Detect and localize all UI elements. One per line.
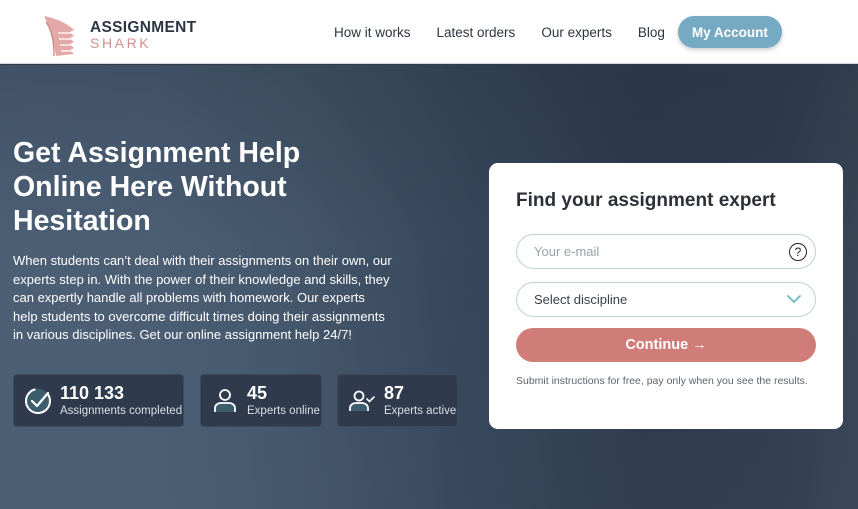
logo[interactable]: ASSIGNMENT SHARK xyxy=(40,14,196,58)
logo-subname: SHARK xyxy=(90,35,152,52)
hero-headline: Get Assignment Help Online Here Without … xyxy=(13,137,301,237)
my-account-button[interactable]: My Account xyxy=(677,16,782,48)
stat-experts-active: 87 Experts active xyxy=(337,374,458,427)
help-icon[interactable]: ? xyxy=(789,243,807,261)
nav-our-experts[interactable]: Our experts xyxy=(541,25,612,40)
shark-fin-icon xyxy=(44,16,74,57)
nav-how-it-works[interactable]: How it works xyxy=(334,25,411,40)
logo-name: ASSIGNMENT xyxy=(90,18,197,36)
hero-intro: When students can’t deal with their assi… xyxy=(13,253,392,343)
user-icon xyxy=(214,388,236,412)
check-circle-icon xyxy=(25,387,51,414)
expert-search-card: Find your assignment expert Your e-mail … xyxy=(489,163,843,429)
nav-blog[interactable]: Blog xyxy=(638,25,665,40)
chevron-down-icon xyxy=(787,295,801,304)
stat-label: Experts online xyxy=(247,405,320,417)
stat-experts-online: 45 Experts online xyxy=(200,374,322,427)
discipline-selected: Select discipline xyxy=(534,292,628,307)
email-placeholder: Your e-mail xyxy=(534,244,600,259)
card-title: Find your assignment expert xyxy=(516,190,776,211)
discipline-select[interactable]: Select discipline xyxy=(516,282,816,317)
stat-label: Assignments completed xyxy=(60,405,183,417)
user-check-icon xyxy=(349,390,375,411)
nav-latest-orders[interactable]: Latest orders xyxy=(437,25,516,40)
email-field[interactable]: Your e-mail ? xyxy=(516,234,816,269)
stat-assignments-completed: 110 133 Assignments completed xyxy=(13,374,184,427)
stat-label: Experts active xyxy=(384,405,457,417)
main-nav: How it works Latest orders Our experts B… xyxy=(334,0,782,64)
stat-value: 87 xyxy=(384,383,405,403)
continue-button[interactable]: Continue → xyxy=(516,328,816,362)
stat-value: 45 xyxy=(247,383,268,403)
site-header: ASSIGNMENT SHARK How it works Latest ord… xyxy=(0,0,858,64)
stat-value: 110 133 xyxy=(60,383,125,403)
form-note: Submit instructions for free, pay only w… xyxy=(516,375,808,387)
